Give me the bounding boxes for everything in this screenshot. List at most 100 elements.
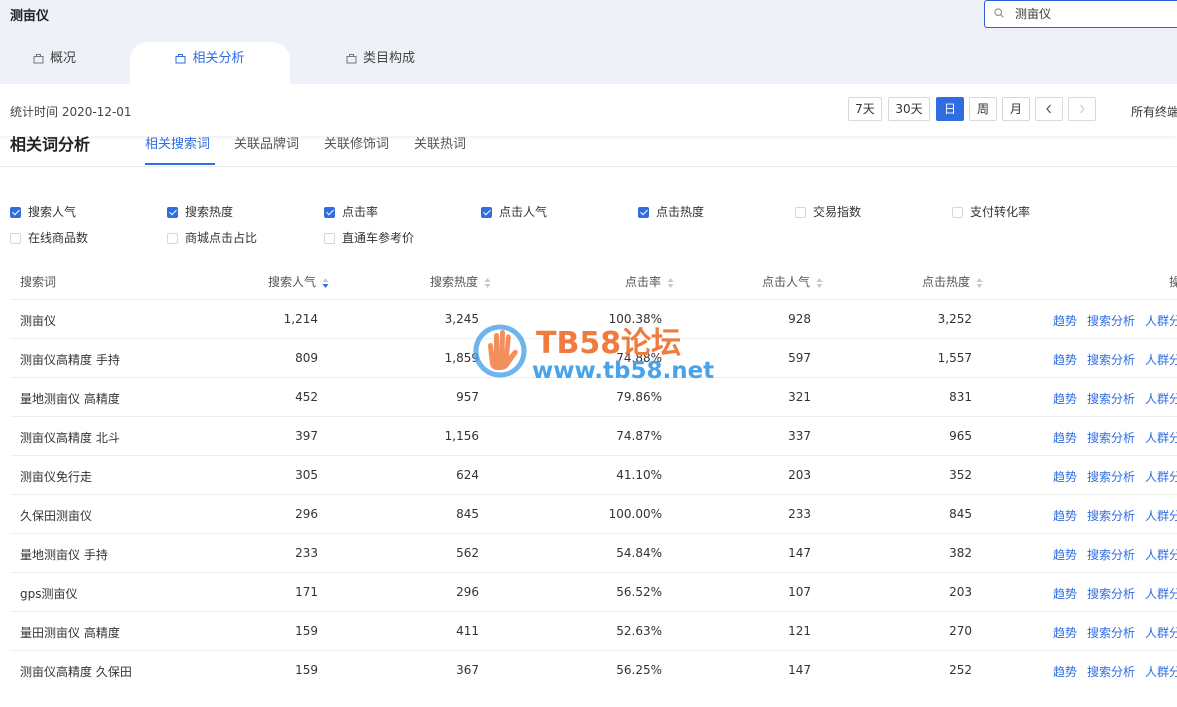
trend-link[interactable]: 趋势 bbox=[1053, 663, 1077, 680]
metric-checkbox-click-heat[interactable]: 点击热度 bbox=[638, 203, 704, 220]
search-analysis-link[interactable]: 搜索分析 bbox=[1087, 351, 1135, 368]
metric-checkbox-ztc-price[interactable]: 直通车参考价 bbox=[324, 229, 414, 246]
crowd-analysis-link[interactable]: 人群分析 bbox=[1145, 351, 1177, 368]
column-header-ctr[interactable]: 点击率 bbox=[625, 273, 674, 290]
checkbox-icon bbox=[481, 207, 492, 218]
crowd-analysis-link[interactable]: 人群分析 bbox=[1145, 507, 1177, 524]
cell-value: 74.87% bbox=[616, 429, 662, 443]
cell-value: 965 bbox=[949, 429, 972, 443]
trend-link[interactable]: 趋势 bbox=[1053, 624, 1077, 641]
metric-label: 支付转化率 bbox=[970, 205, 1031, 219]
metric-checkbox-ctr[interactable]: 点击率 bbox=[324, 203, 378, 220]
cell-value: 56.25% bbox=[616, 663, 662, 677]
cell-value: 845 bbox=[949, 507, 972, 521]
search-analysis-link[interactable]: 搜索分析 bbox=[1087, 585, 1135, 602]
crowd-analysis-link[interactable]: 人群分析 bbox=[1145, 585, 1177, 602]
checkbox-icon bbox=[324, 207, 335, 218]
range-month-button[interactable]: 月 bbox=[1002, 97, 1030, 121]
crowd-analysis-link[interactable]: 人群分析 bbox=[1145, 624, 1177, 641]
sort-icon bbox=[667, 278, 674, 288]
search-box[interactable] bbox=[984, 0, 1177, 28]
tab-label: 相关分析 bbox=[192, 51, 245, 66]
search-analysis-link[interactable]: 搜索分析 bbox=[1087, 663, 1135, 680]
cell-value: 1,156 bbox=[444, 429, 479, 443]
search-analysis-link[interactable]: 搜索分析 bbox=[1087, 312, 1135, 329]
chevron-right-icon bbox=[1080, 104, 1085, 114]
checkbox-icon bbox=[10, 207, 21, 218]
cell-value: 270 bbox=[949, 624, 972, 638]
crowd-analysis-link[interactable]: 人群分析 bbox=[1145, 390, 1177, 407]
search-analysis-link[interactable]: 搜索分析 bbox=[1087, 624, 1135, 641]
metric-checkbox-search-popularity[interactable]: 搜索人气 bbox=[10, 203, 76, 220]
crowd-analysis-link[interactable]: 人群分析 bbox=[1145, 429, 1177, 446]
tab-related-analysis[interactable]: 相关分析 bbox=[130, 42, 290, 84]
metric-checkbox-online-goods[interactable]: 在线商品数 bbox=[10, 229, 88, 246]
metric-checkbox-pay-conversion[interactable]: 支付转化率 bbox=[952, 203, 1030, 220]
range-7d-button[interactable]: 7天 bbox=[848, 97, 882, 121]
search-analysis-link[interactable]: 搜索分析 bbox=[1087, 390, 1135, 407]
range-day-button[interactable]: 日 bbox=[936, 97, 964, 121]
sort-icon bbox=[976, 278, 983, 288]
next-button[interactable] bbox=[1068, 97, 1096, 121]
checkbox-icon bbox=[638, 207, 649, 218]
trend-link[interactable]: 趋势 bbox=[1053, 546, 1077, 563]
search-analysis-link[interactable]: 搜索分析 bbox=[1087, 546, 1135, 563]
cell-value: 3,252 bbox=[937, 312, 972, 326]
search-analysis-link[interactable]: 搜索分析 bbox=[1087, 429, 1135, 446]
cell-value: 233 bbox=[788, 507, 811, 521]
tab-label: 概况 bbox=[50, 51, 77, 66]
search-analysis-link[interactable]: 搜索分析 bbox=[1087, 468, 1135, 485]
tab-category[interactable]: 类目构成 bbox=[346, 42, 415, 84]
metric-checkbox-mall-click-share[interactable]: 商城点击占比 bbox=[167, 229, 257, 246]
prev-button[interactable] bbox=[1035, 97, 1063, 121]
cell-value: 252 bbox=[949, 663, 972, 677]
crowd-analysis-link[interactable]: 人群分析 bbox=[1145, 468, 1177, 485]
trend-link[interactable]: 趋势 bbox=[1053, 351, 1077, 368]
cell-value: 203 bbox=[949, 585, 972, 599]
cell-term: 量地测亩仪 手持 bbox=[20, 548, 108, 562]
metric-label: 直通车参考价 bbox=[342, 231, 415, 245]
search-analysis-link[interactable]: 搜索分析 bbox=[1087, 507, 1135, 524]
checkbox-icon bbox=[167, 233, 178, 244]
trend-link[interactable]: 趋势 bbox=[1053, 312, 1077, 329]
metric-label: 点击率 bbox=[342, 205, 379, 219]
column-header-search-heat[interactable]: 搜索热度 bbox=[430, 273, 491, 290]
toolbar: 统计时间 2020-12-01 7天 30天 日 周 月 所有终端 bbox=[0, 84, 1177, 136]
crowd-analysis-link[interactable]: 人群分析 bbox=[1145, 312, 1177, 329]
column-label: 搜索人气 bbox=[268, 275, 317, 289]
checkbox-icon bbox=[952, 207, 963, 218]
tab-overview[interactable]: 概况 bbox=[33, 42, 76, 84]
search-input[interactable] bbox=[1013, 5, 1167, 21]
cell-value: 147 bbox=[788, 663, 811, 677]
metric-checkbox-search-heat[interactable]: 搜索热度 bbox=[167, 203, 233, 220]
crowd-analysis-link[interactable]: 人群分析 bbox=[1145, 546, 1177, 563]
column-header-search-popularity[interactable]: 搜索人气 bbox=[268, 273, 329, 290]
range-week-button[interactable]: 周 bbox=[969, 97, 997, 121]
metric-checkbox-trade-index[interactable]: 交易指数 bbox=[795, 203, 861, 220]
trend-link[interactable]: 趋势 bbox=[1053, 585, 1077, 602]
cell-term: 量田测亩仪 高精度 bbox=[20, 626, 120, 640]
column-header-click-heat[interactable]: 点击热度 bbox=[922, 273, 983, 290]
cell-value: 382 bbox=[949, 546, 972, 560]
cell-term: 测亩仪高精度 久保田 bbox=[20, 665, 132, 679]
trend-link[interactable]: 趋势 bbox=[1053, 507, 1077, 524]
cell-term: 量地测亩仪 高精度 bbox=[20, 392, 120, 406]
trend-link[interactable]: 趋势 bbox=[1053, 468, 1077, 485]
terminal-select[interactable]: 所有终端 bbox=[1131, 103, 1177, 120]
trend-link[interactable]: 趋势 bbox=[1053, 390, 1077, 407]
cell-value: 452 bbox=[295, 390, 318, 404]
range-30d-button[interactable]: 30天 bbox=[888, 97, 930, 121]
cell-value: 809 bbox=[295, 351, 318, 365]
cell-term: gps测亩仪 bbox=[20, 587, 78, 601]
column-header-click-popularity[interactable]: 点击人气 bbox=[762, 273, 823, 290]
crowd-analysis-link[interactable]: 人群分析 bbox=[1145, 663, 1177, 680]
cell-term: 测亩仪 bbox=[20, 314, 57, 328]
trend-link[interactable]: 趋势 bbox=[1053, 429, 1077, 446]
main-tabs: 概况 相关分析 类目构成 bbox=[0, 42, 1177, 84]
sort-icon bbox=[322, 278, 329, 288]
sort-icon bbox=[484, 278, 491, 288]
row-divider bbox=[10, 377, 1177, 378]
cell-term: 测亩仪高精度 北斗 bbox=[20, 431, 120, 445]
cell-value: 1,557 bbox=[937, 351, 972, 365]
metric-checkbox-click-popularity[interactable]: 点击人气 bbox=[481, 203, 547, 220]
